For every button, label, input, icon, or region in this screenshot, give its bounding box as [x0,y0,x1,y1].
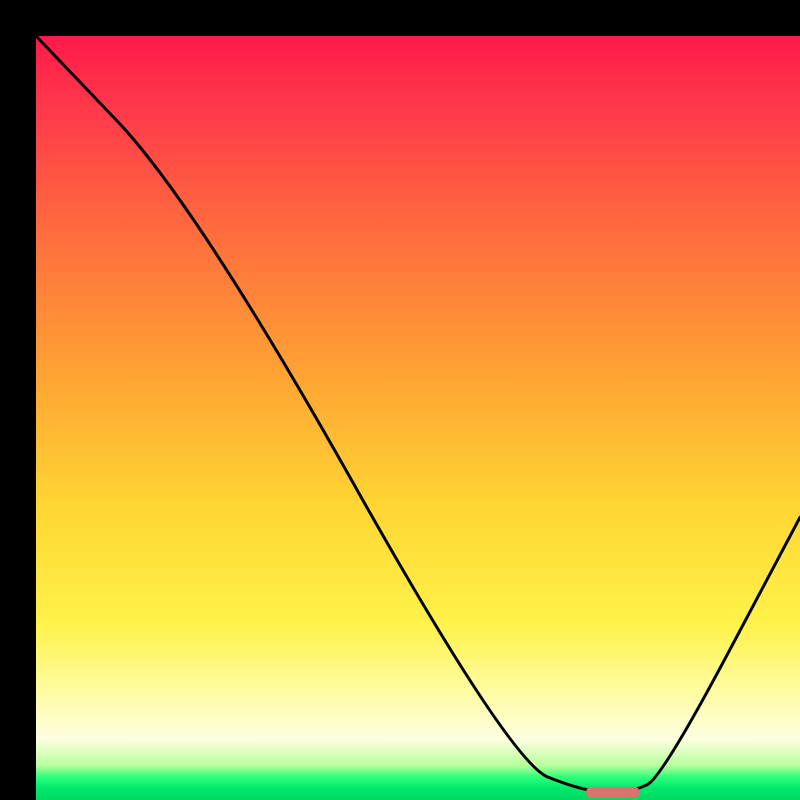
plot-area [36,36,800,800]
bottleneck-curve [36,36,800,792]
chart-frame [0,0,800,800]
optimal-marker-rect [586,787,640,798]
chart-svg [36,36,800,800]
optimal-marker [586,787,640,798]
curve-path [36,36,800,792]
